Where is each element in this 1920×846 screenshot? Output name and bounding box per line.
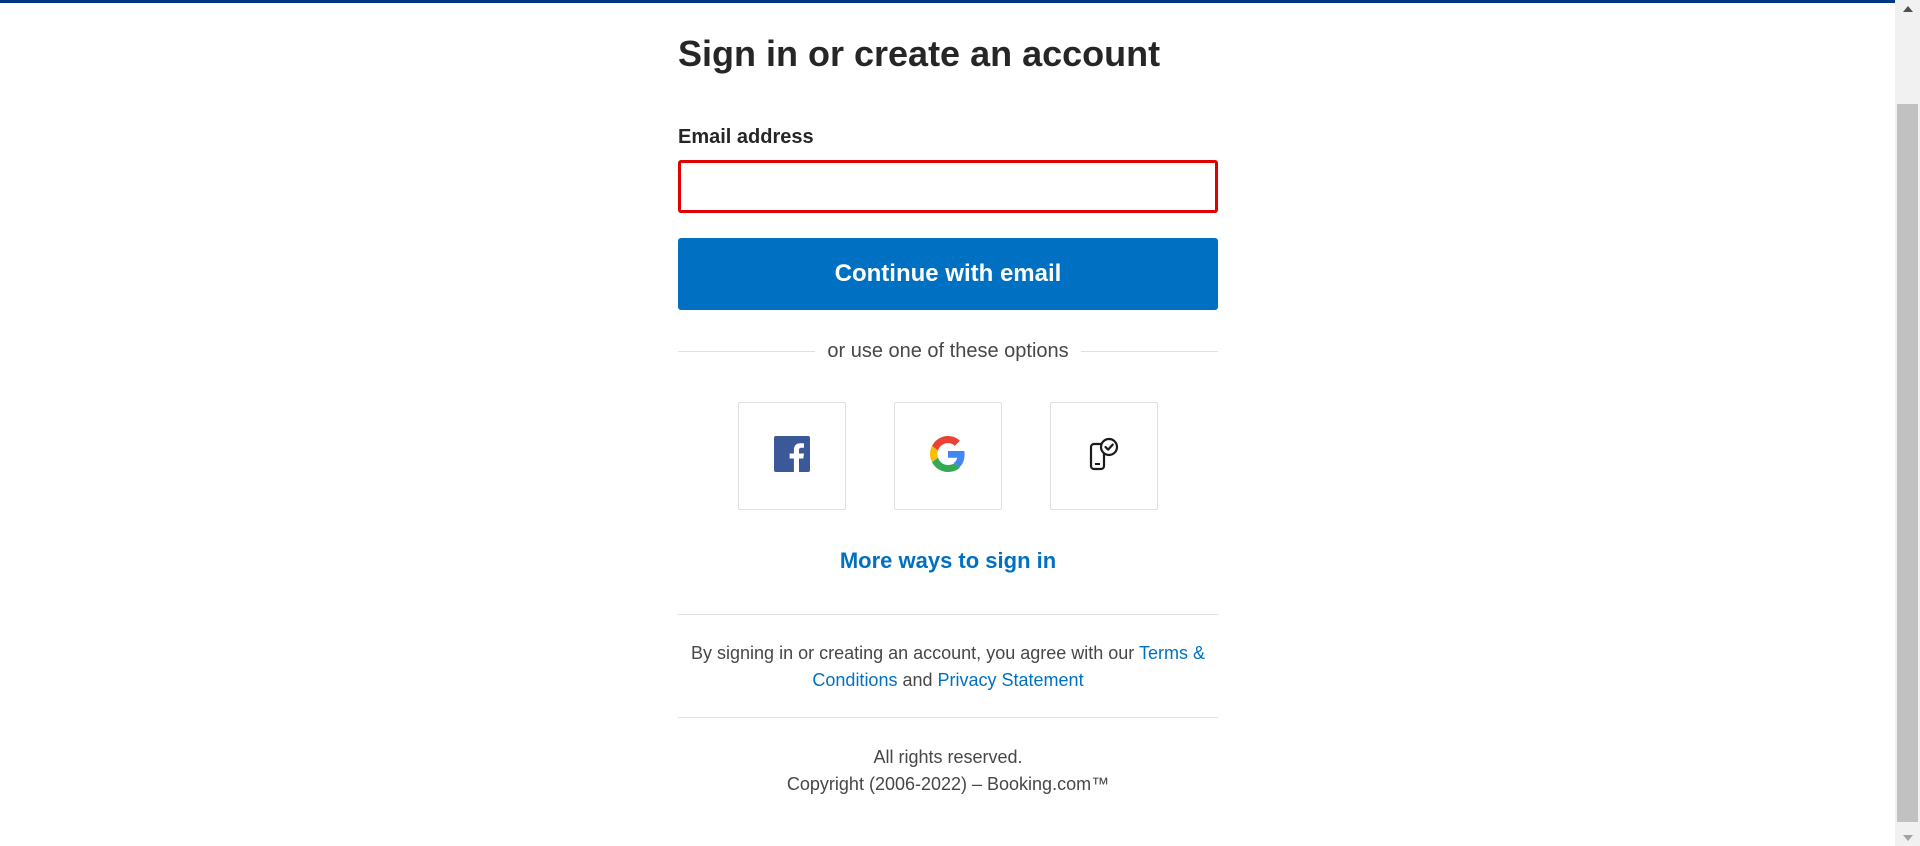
section-divider-bottom	[678, 717, 1218, 718]
scroll-up-arrow-icon[interactable]	[1895, 0, 1920, 17]
social-options	[738, 402, 1158, 510]
privacy-statement-link[interactable]: Privacy Statement	[938, 670, 1084, 690]
divider-line-left	[678, 350, 816, 352]
email-field[interactable]	[678, 160, 1218, 213]
legal-joiner: and	[897, 670, 938, 690]
continue-with-email-button[interactable]: Continue with email	[678, 238, 1218, 310]
facebook-icon	[774, 435, 810, 477]
more-ways-to-sign-in-link[interactable]: More ways to sign in	[678, 548, 1218, 574]
options-divider: or use one of these options	[678, 336, 1218, 366]
divider-line-right	[1080, 350, 1218, 352]
legal-notice: By signing in or creating an account, yo…	[678, 640, 1218, 694]
scrollbar-thumb[interactable]	[1897, 104, 1918, 822]
divider-text: or use one of these options	[827, 339, 1069, 362]
rights-text: All rights reserved.	[873, 747, 1023, 767]
device-check-icon	[1087, 436, 1121, 477]
vertical-scrollbar[interactable]	[1895, 0, 1920, 846]
google-signin-button[interactable]	[894, 402, 1002, 510]
top-brand-bar	[0, 0, 1895, 3]
footer: All rights reserved. Copyright (2006-202…	[678, 744, 1218, 798]
section-divider-top	[678, 614, 1218, 615]
facebook-signin-button[interactable]	[738, 402, 846, 510]
device-signin-button[interactable]	[1050, 402, 1158, 510]
email-label: Email address	[678, 126, 814, 148]
page-title: Sign in or create an account	[678, 33, 1161, 74]
copyright-text: Copyright (2006-2022) – Booking.com™	[786, 774, 1110, 794]
legal-prefix: By signing in or creating an account, yo…	[691, 643, 1139, 663]
google-icon	[930, 435, 966, 477]
scroll-down-arrow-icon[interactable]	[1895, 829, 1920, 846]
